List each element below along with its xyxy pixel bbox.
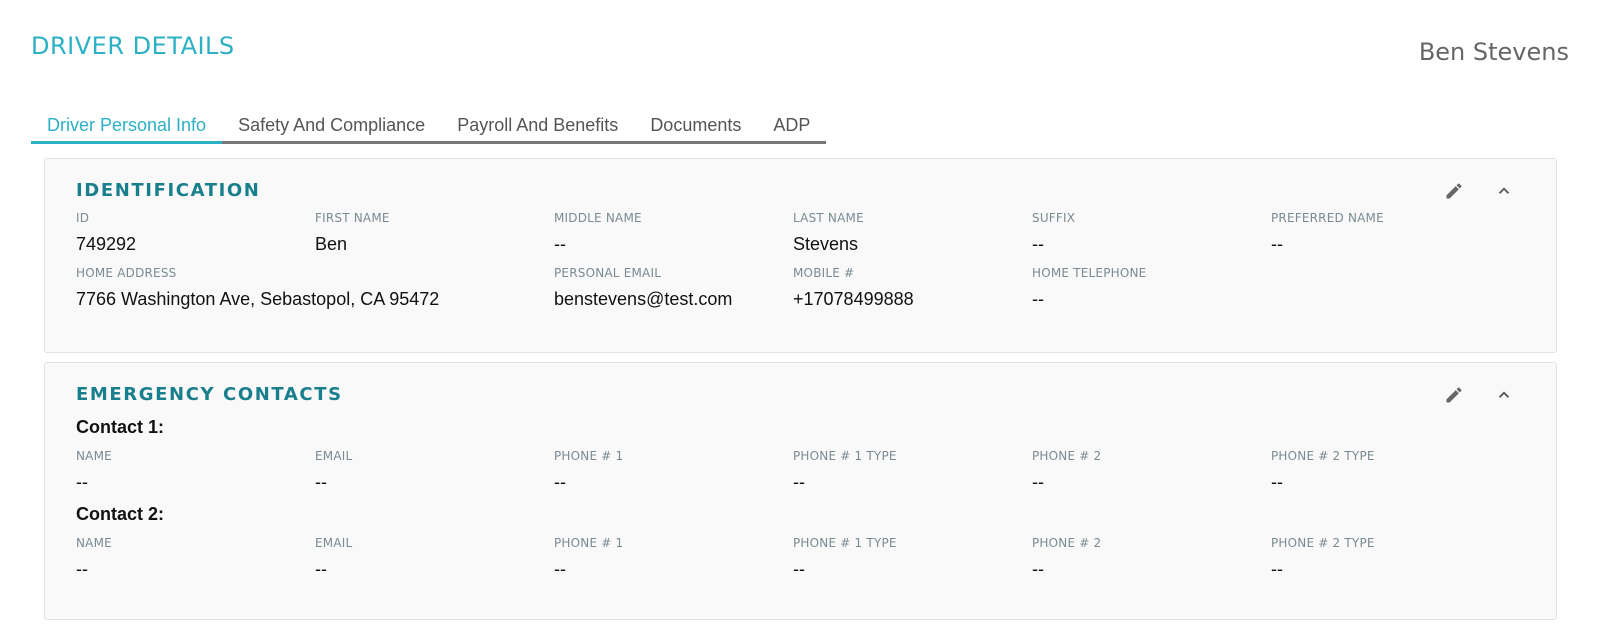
field-value: --	[1032, 234, 1044, 254]
field-last-name: LAST NAME Stevens	[793, 211, 864, 255]
field-value: benstevens@test.com	[554, 289, 733, 309]
chevron-up-icon	[1498, 391, 1510, 398]
field-id: ID 749292	[76, 211, 136, 255]
field-label: NAME	[76, 536, 112, 550]
field-value: 7766 Washington Ave, Sebastopol, CA 9547…	[76, 289, 440, 309]
field-label: PHONE # 1	[554, 536, 624, 550]
field-label: EMAIL	[315, 449, 353, 463]
identification-card: IDENTIFICATION ID 749292 FIRST NAME Ben …	[44, 158, 1557, 353]
field-value: 749292	[76, 234, 137, 254]
field-label: PHONE # 2	[1032, 449, 1102, 463]
field-label: PHONE # 2	[1032, 536, 1102, 550]
field-value: --	[554, 472, 566, 492]
collapse-identification-button[interactable]	[1492, 179, 1516, 203]
field-value: Stevens	[793, 234, 859, 254]
contact-1-email: EMAIL --	[315, 449, 352, 493]
tab-driver-personal-info[interactable]: Driver Personal Info	[31, 112, 223, 144]
contact-1-phone-1: PHONE # 1 --	[554, 449, 623, 493]
field-suffix: SUFFIX --	[1032, 211, 1075, 255]
field-value: --	[315, 559, 327, 579]
field-value: --	[315, 472, 327, 492]
field-value: --	[1271, 559, 1283, 579]
field-home-telephone: HOME TELEPHONE --	[1032, 266, 1146, 310]
field-value: +17078499888	[793, 289, 914, 309]
pencil-icon	[1446, 387, 1462, 403]
field-value: --	[1271, 472, 1283, 492]
field-label: HOME TELEPHONE	[1032, 266, 1147, 280]
field-first-name: FIRST NAME Ben	[315, 211, 390, 255]
contact-1-phone-2-type: PHONE # 2 TYPE --	[1271, 449, 1375, 493]
emergency-contacts-title: EMERGENCY CONTACTS	[76, 384, 343, 405]
contact-2-phone-2: PHONE # 2 --	[1032, 536, 1101, 580]
field-home-address: HOME ADDRESS 7766 Washington Ave, Sebast…	[76, 266, 439, 310]
chevron-up-icon	[1498, 187, 1510, 194]
tab-adp[interactable]: ADP	[757, 112, 826, 141]
field-label: LAST NAME	[793, 211, 864, 225]
field-personal-email: PERSONAL EMAIL benstevens@test.com	[554, 266, 732, 310]
field-label: MOBILE #	[793, 266, 855, 280]
page-title: DRIVER DETAILS	[31, 32, 235, 60]
field-label: PERSONAL EMAIL	[554, 266, 662, 280]
tab-payroll-and-benefits[interactable]: Payroll And Benefits	[441, 112, 634, 141]
field-label: EMAIL	[315, 536, 353, 550]
contact-1-phone-1-type: PHONE # 1 TYPE --	[793, 449, 897, 493]
field-value: --	[793, 472, 805, 492]
field-label: MIDDLE NAME	[554, 211, 642, 225]
field-value: --	[1271, 234, 1283, 254]
field-value: --	[793, 559, 805, 579]
field-label: PHONE # 2 TYPE	[1271, 449, 1375, 463]
field-preferred-name: PREFERRED NAME --	[1271, 211, 1384, 255]
field-value: Ben	[315, 234, 348, 254]
field-mobile: MOBILE # +17078499888	[793, 266, 914, 310]
field-value: --	[554, 234, 566, 254]
field-label: FIRST NAME	[315, 211, 390, 225]
edit-identification-button[interactable]	[1442, 179, 1466, 203]
field-label: PHONE # 1 TYPE	[793, 449, 897, 463]
contact-1-heading: Contact 1:	[76, 417, 165, 437]
field-value: --	[76, 472, 88, 492]
field-label: PHONE # 2 TYPE	[1271, 536, 1375, 550]
contact-2-heading: Contact 2:	[76, 504, 165, 524]
field-value: --	[554, 559, 566, 579]
pencil-icon	[1446, 183, 1462, 199]
identification-title: IDENTIFICATION	[76, 180, 261, 201]
tab-documents[interactable]: Documents	[634, 112, 757, 141]
contact-2-name: NAME --	[76, 536, 112, 580]
field-label: PHONE # 1 TYPE	[793, 536, 897, 550]
field-middle-name: MIDDLE NAME --	[554, 211, 642, 255]
field-label: PREFERRED NAME	[1271, 211, 1384, 225]
field-label: NAME	[76, 449, 112, 463]
field-value: --	[1032, 472, 1044, 492]
field-value: --	[76, 559, 88, 579]
contact-1-phone-2: PHONE # 2 --	[1032, 449, 1101, 493]
field-value: --	[1032, 289, 1044, 309]
field-label: SUFFIX	[1032, 211, 1076, 225]
collapse-emergency-contacts-button[interactable]	[1492, 383, 1516, 407]
driver-name: Ben Stevens	[1418, 38, 1569, 66]
contact-2-email: EMAIL --	[315, 536, 352, 580]
contact-2-phone-1-type: PHONE # 1 TYPE --	[793, 536, 897, 580]
contact-2-phone-1: PHONE # 1 --	[554, 536, 623, 580]
field-label: PHONE # 1	[554, 449, 624, 463]
tab-bar: Driver Personal Info Safety And Complian…	[31, 112, 827, 144]
tab-safety-and-compliance[interactable]: Safety And Compliance	[222, 112, 441, 141]
field-label: HOME ADDRESS	[76, 266, 177, 280]
edit-emergency-contacts-button[interactable]	[1442, 383, 1466, 407]
field-value: --	[1032, 559, 1044, 579]
field-label: ID	[76, 211, 90, 225]
emergency-contacts-card: EMERGENCY CONTACTS Contact 1: NAME -- EM…	[44, 362, 1557, 620]
contact-1-name: NAME --	[76, 449, 112, 493]
contact-2-phone-2-type: PHONE # 2 TYPE --	[1271, 536, 1375, 580]
